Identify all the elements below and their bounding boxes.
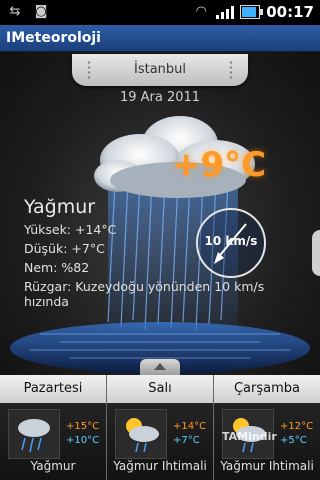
wind-speed: 10 km/s (204, 234, 258, 248)
forecast-low: +5°C (280, 435, 307, 446)
drag-grip-icon (228, 60, 234, 80)
forecast-high: +14°C (173, 421, 207, 432)
humidity: Nem: %82 (24, 260, 90, 275)
forecast-day-name: Salı (107, 375, 213, 403)
forecast-condition: Yağmur Ihtimali (220, 459, 314, 473)
current-condition: Yağmur (24, 196, 96, 218)
forecast-day-name: Pazartesi (0, 375, 106, 403)
high-temp: Yüksek: +14°C (24, 222, 117, 237)
current-weather-panel: İstanbul 19 Ara 2011 +9°C Yağmur Yüksek:… (0, 52, 320, 375)
forecast-condition: Yağmur (30, 459, 76, 473)
app-title-bar: IMeteoroloji (0, 25, 320, 52)
status-bar: ⇆ ◙ ◠ 00:17 (0, 0, 320, 25)
forecast-high: +12°C (280, 421, 314, 432)
rain-icon (8, 409, 60, 459)
side-drawer-handle[interactable] (312, 230, 320, 276)
city-name: İstanbul (133, 62, 186, 77)
forecast-condition: Yağmur Ihtimali (113, 459, 207, 473)
battery-icon (240, 5, 264, 19)
city-selector[interactable]: İstanbul (72, 54, 248, 86)
forecast-strip: Pazartesi +15°C +10°C Yağmur Salı +14°C … (0, 375, 320, 480)
forecast-day[interactable]: Pazartesi +15°C +10°C Yağmur (0, 375, 107, 480)
forecast-low: +7°C (173, 435, 200, 446)
forecast-day[interactable]: Çarşamba +12°C +5°C Yağmur Ihtimali (214, 375, 320, 480)
current-temperature: +9°C (172, 145, 267, 185)
forecast-high: +15°C (66, 421, 100, 432)
sun-rain-icon (115, 409, 167, 459)
forecast-low: +10°C (66, 435, 100, 446)
wifi-icon: ◠ (195, 4, 207, 19)
app-title: IMeteoroloji (6, 30, 101, 46)
expand-handle[interactable] (140, 359, 180, 375)
status-clock: 00:17 (266, 3, 314, 21)
android-debug-icon: ◙ (34, 4, 48, 19)
wind-compass: 10 km/s (196, 208, 266, 278)
signal-icon (216, 5, 235, 19)
forecast-day[interactable]: Salı +14°C +7°C Yağmur Ihtimali (107, 375, 214, 480)
wind-description: Rüzgar: Kuzeydoğu yönünden 10 km/s hızın… (24, 279, 265, 309)
watermark-logo: TAMindir (222, 430, 277, 443)
low-temp: Düşük: +7°C (24, 241, 105, 256)
forecast-day-name: Çarşamba (214, 375, 320, 403)
forecast-date: 19 Ara 2011 (119, 90, 201, 105)
usb-icon: ⇆ (9, 4, 21, 19)
